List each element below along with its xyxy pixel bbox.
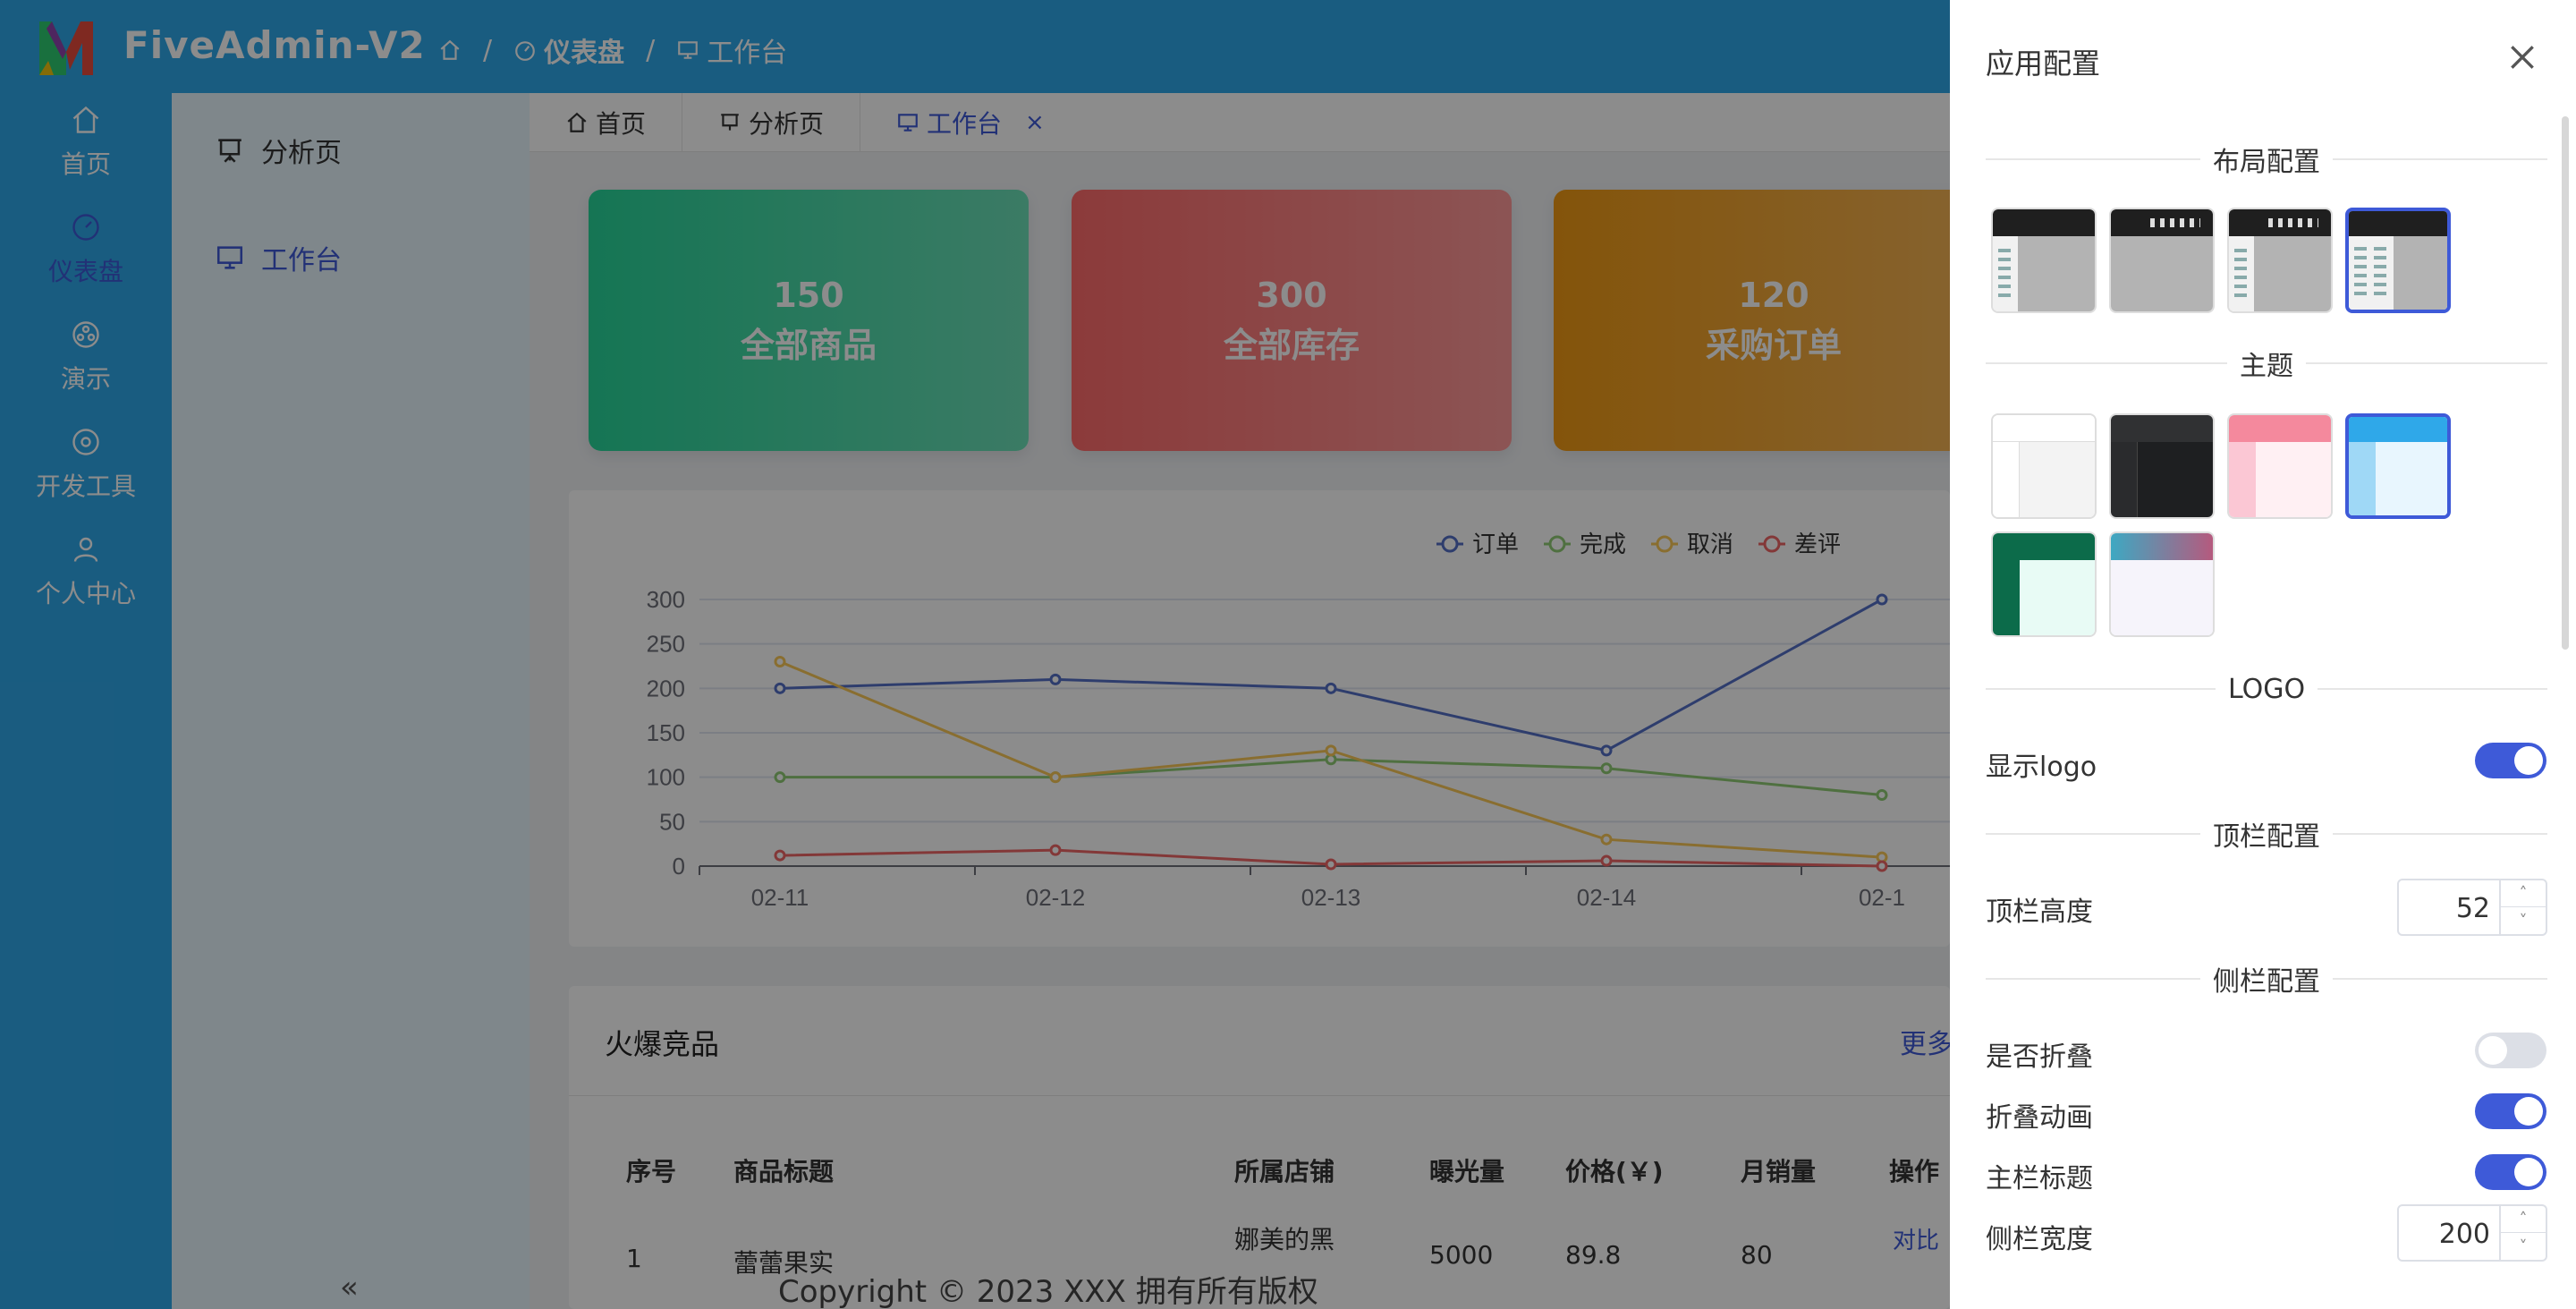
section-title: 布局配置	[2213, 147, 2320, 178]
section-logo: LOGO	[1986, 671, 2547, 707]
theme-option-green[interactable]	[1991, 531, 2097, 637]
theme-option-blue[interactable]	[2345, 413, 2451, 519]
decrement-icon[interactable]: ˅	[2501, 1233, 2546, 1260]
decrement-icon[interactable]: ˅	[2501, 907, 2546, 934]
main-title-toggle[interactable]	[2475, 1154, 2546, 1190]
layout-option-double-sidebar[interactable]	[2345, 208, 2451, 313]
section-layout: 布局配置	[1986, 141, 2547, 178]
sidebar-width-stepper[interactable]: 200 ˄ ˅	[2397, 1204, 2547, 1262]
layout-option-topnav[interactable]	[2109, 208, 2215, 313]
theme-option-dark[interactable]	[2109, 413, 2215, 519]
layout-option-sidebar[interactable]	[1991, 208, 2097, 313]
layout-option-mixed[interactable]	[2227, 208, 2333, 313]
setting-label: 顶栏高度	[1986, 897, 2093, 928]
section-header: 顶栏配置	[1986, 816, 2547, 853]
theme-option-gradient[interactable]	[2109, 531, 2215, 637]
section-title: 顶栏配置	[2213, 821, 2320, 853]
scrollbar[interactable]	[2562, 116, 2569, 650]
section-theme: 主题	[1986, 345, 2547, 382]
theme-option-pink[interactable]	[2227, 413, 2333, 519]
setting-label: 主栏标题	[1986, 1163, 2093, 1194]
setting-label: 是否折叠	[1986, 1041, 2093, 1073]
setting-label: 折叠动画	[1986, 1102, 2093, 1134]
section-title: 侧栏配置	[2213, 966, 2320, 998]
header-height-stepper[interactable]: 52 ˄ ˅	[2397, 879, 2547, 936]
show-logo-toggle[interactable]	[2475, 743, 2546, 778]
stepper-controls: ˄ ˅	[2499, 880, 2546, 934]
setting-label: 显示logo	[1986, 752, 2097, 783]
section-title: 主题	[2240, 351, 2293, 382]
drawer-backdrop[interactable]	[0, 0, 1950, 1309]
close-icon[interactable]	[2504, 39, 2540, 75]
stepper-controls: ˄ ˅	[2499, 1206, 2546, 1260]
setting-label: 侧栏宽度	[1986, 1224, 2093, 1255]
collapse-animation-toggle[interactable]	[2475, 1093, 2546, 1129]
stepper-value: 200	[2438, 1219, 2490, 1250]
stepper-value: 52	[2455, 893, 2490, 924]
section-title: LOGO	[2227, 673, 2306, 705]
increment-icon[interactable]: ˄	[2501, 1206, 2546, 1233]
collapse-toggle[interactable]	[2475, 1033, 2546, 1068]
increment-icon[interactable]: ˄	[2501, 880, 2546, 907]
drawer-title: 应用配置	[1986, 47, 2101, 81]
theme-option-light[interactable]	[1991, 413, 2097, 519]
section-sidebar: 侧栏配置	[1986, 961, 2547, 998]
